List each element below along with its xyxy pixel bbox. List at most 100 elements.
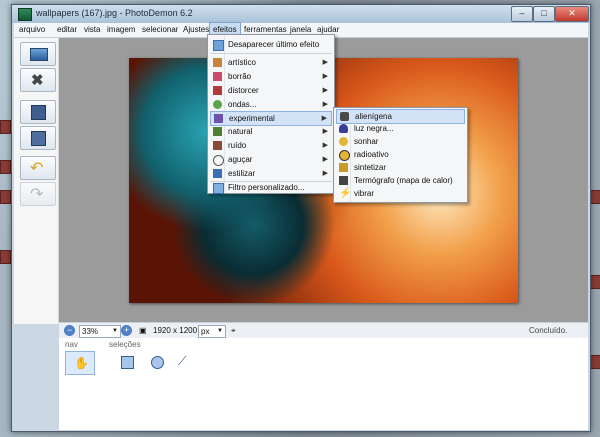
menu-editar[interactable]: editar bbox=[54, 23, 80, 37]
thermograph-icon bbox=[339, 176, 348, 185]
save-as-button[interactable] bbox=[20, 126, 56, 150]
chevron-right-icon: ▶ bbox=[321, 115, 327, 122]
line-select-icon: ⟋ bbox=[178, 354, 187, 368]
menu-item-custom-filter[interactable]: Filtro personalizado... bbox=[210, 181, 332, 194]
save-button[interactable] bbox=[20, 100, 56, 124]
minimize-button[interactable]: – bbox=[511, 6, 533, 22]
menu-imagem[interactable]: imagem bbox=[104, 23, 138, 37]
zoom-in-button[interactable]: + bbox=[121, 325, 132, 336]
floppy-disk-icon bbox=[31, 105, 46, 120]
zoom-select[interactable]: 33% ▼ bbox=[79, 325, 121, 338]
menu-item-radioativo[interactable]: radioativo bbox=[336, 148, 465, 161]
unit-select[interactable]: px ▼ bbox=[198, 325, 226, 338]
left-toolbar: ✖ ↶ ↷ bbox=[14, 38, 59, 324]
menu-item-borrao[interactable]: borrão ▶ bbox=[210, 70, 332, 83]
line-select-button[interactable]: ⟋ bbox=[172, 351, 200, 373]
chevron-right-icon: ▶ bbox=[322, 87, 328, 94]
menu-item-ruido[interactable]: ruído ▶ bbox=[210, 139, 332, 152]
unit-value: px bbox=[201, 327, 210, 336]
hand-icon: ✋ bbox=[74, 356, 89, 370]
chevron-right-icon: ▶ bbox=[322, 156, 328, 163]
chevron-right-icon: ▶ bbox=[322, 59, 328, 66]
close-image-button[interactable]: ✖ bbox=[20, 68, 56, 92]
menu-vista[interactable]: vista bbox=[81, 23, 103, 37]
selections-label: seleções bbox=[109, 340, 141, 349]
close-button[interactable]: ✕ bbox=[555, 6, 589, 22]
ellipse-select-button[interactable] bbox=[143, 351, 171, 373]
chevron-right-icon: ▶ bbox=[322, 142, 328, 149]
fade-icon bbox=[213, 40, 224, 51]
menu-item-estilizar[interactable]: estilizar ▶ bbox=[210, 167, 332, 180]
menu-item-termografo[interactable]: Termógrafo (mapa de calor) bbox=[336, 174, 465, 187]
lightning-icon: ⚡ bbox=[339, 188, 352, 199]
noise-icon bbox=[213, 141, 222, 150]
smiley-icon bbox=[339, 137, 348, 146]
rectangle-select-icon bbox=[121, 356, 134, 369]
chevron-down-icon: ▼ bbox=[217, 328, 223, 334]
brush-icon bbox=[213, 58, 222, 67]
menu-item-luz-negra[interactable]: luz negra... bbox=[336, 122, 465, 135]
menu-item-agucar[interactable]: aguçar ▶ bbox=[210, 153, 332, 166]
stylize-icon bbox=[213, 169, 222, 178]
menu-arquivo[interactable]: arquivo bbox=[16, 23, 48, 37]
brick-decoration bbox=[0, 160, 11, 174]
tool-options-panel: nav seleções ✋ ⟋ bbox=[59, 338, 588, 430]
image-icon bbox=[30, 48, 48, 61]
floppy-disk-pencil-icon bbox=[31, 131, 46, 146]
menu-item-natural[interactable]: natural ▶ bbox=[210, 125, 332, 138]
flask-icon bbox=[214, 114, 223, 123]
cursor-position-icon: ⌖ bbox=[231, 326, 236, 335]
title-bar[interactable]: wallpapers (167).jpg - PhotoDemon 6.2 – … bbox=[12, 5, 590, 23]
brick-decoration bbox=[0, 120, 11, 134]
image-size-icon: ▣ bbox=[139, 326, 147, 335]
chevron-right-icon: ▶ bbox=[322, 170, 328, 177]
zoom-out-button[interactable]: − bbox=[64, 325, 75, 336]
x-icon: ✖ bbox=[31, 72, 44, 89]
bulb-icon bbox=[339, 124, 348, 133]
app-logo-icon bbox=[18, 8, 32, 21]
glasses-icon bbox=[213, 155, 224, 166]
maximize-button[interactable]: □ bbox=[533, 6, 555, 22]
menu-item-sonhar[interactable]: sonhar bbox=[336, 135, 465, 148]
chevron-down-icon: ▼ bbox=[112, 328, 118, 334]
image-dimensions: 1920 x 1200 bbox=[153, 326, 198, 335]
distort-icon bbox=[213, 86, 222, 95]
chevron-right-icon: ▶ bbox=[322, 101, 328, 108]
brick-decoration bbox=[590, 190, 600, 204]
zoom-value: 33% bbox=[82, 327, 99, 336]
nav-label: nav bbox=[65, 340, 78, 349]
menu-item-ondas[interactable]: ondas... ▶ bbox=[210, 98, 332, 111]
brick-decoration bbox=[590, 355, 600, 369]
status-bar: − 33% ▼ + ▣ 1920 x 1200 px ▼ ⌖ Concluído… bbox=[59, 322, 588, 338]
menu-separator bbox=[210, 53, 332, 54]
open-image-button[interactable] bbox=[20, 42, 56, 66]
effects-menu: Desaparecer último efeito artístico ▶ bo… bbox=[207, 34, 335, 194]
undo-arrow-icon: ↶ bbox=[30, 160, 44, 177]
status-text: Concluído. bbox=[529, 326, 568, 335]
menu-item-vibrar[interactable]: ⚡ vibrar bbox=[336, 187, 465, 200]
alien-icon bbox=[340, 112, 349, 121]
menu-item-sintetizar[interactable]: sintetizar bbox=[336, 161, 465, 174]
window-title: wallpapers (167).jpg - PhotoDemon 6.2 bbox=[36, 8, 193, 18]
redo-arrow-icon: ↷ bbox=[30, 186, 44, 203]
hand-tool-button[interactable]: ✋ bbox=[65, 351, 95, 375]
menu-item-experimental[interactable]: experimental ▶ bbox=[210, 111, 332, 126]
menu-item-distorcer[interactable]: distorcer ▶ bbox=[210, 84, 332, 97]
menu-selecionar[interactable]: selecionar bbox=[139, 23, 181, 37]
tree-icon bbox=[213, 127, 222, 136]
rectangle-select-button[interactable] bbox=[113, 351, 141, 373]
chevron-right-icon: ▶ bbox=[322, 128, 328, 135]
experimental-submenu: alienígena luz negra... sonhar radioativ… bbox=[333, 107, 468, 203]
blur-icon bbox=[213, 72, 222, 81]
menu-item-fade-last-effect[interactable]: Desaparecer último efeito bbox=[210, 38, 332, 51]
menu-item-artistico[interactable]: artístico ▶ bbox=[210, 56, 332, 69]
radioactive-icon bbox=[339, 150, 350, 161]
brick-decoration bbox=[0, 190, 11, 204]
chevron-right-icon: ▶ bbox=[322, 73, 328, 80]
ellipse-select-icon bbox=[151, 356, 164, 369]
trophy-icon bbox=[339, 163, 348, 172]
brick-decoration bbox=[590, 275, 600, 289]
custom-filter-icon bbox=[213, 183, 224, 194]
redo-button[interactable]: ↷ bbox=[20, 182, 56, 206]
undo-button[interactable]: ↶ bbox=[20, 156, 56, 180]
